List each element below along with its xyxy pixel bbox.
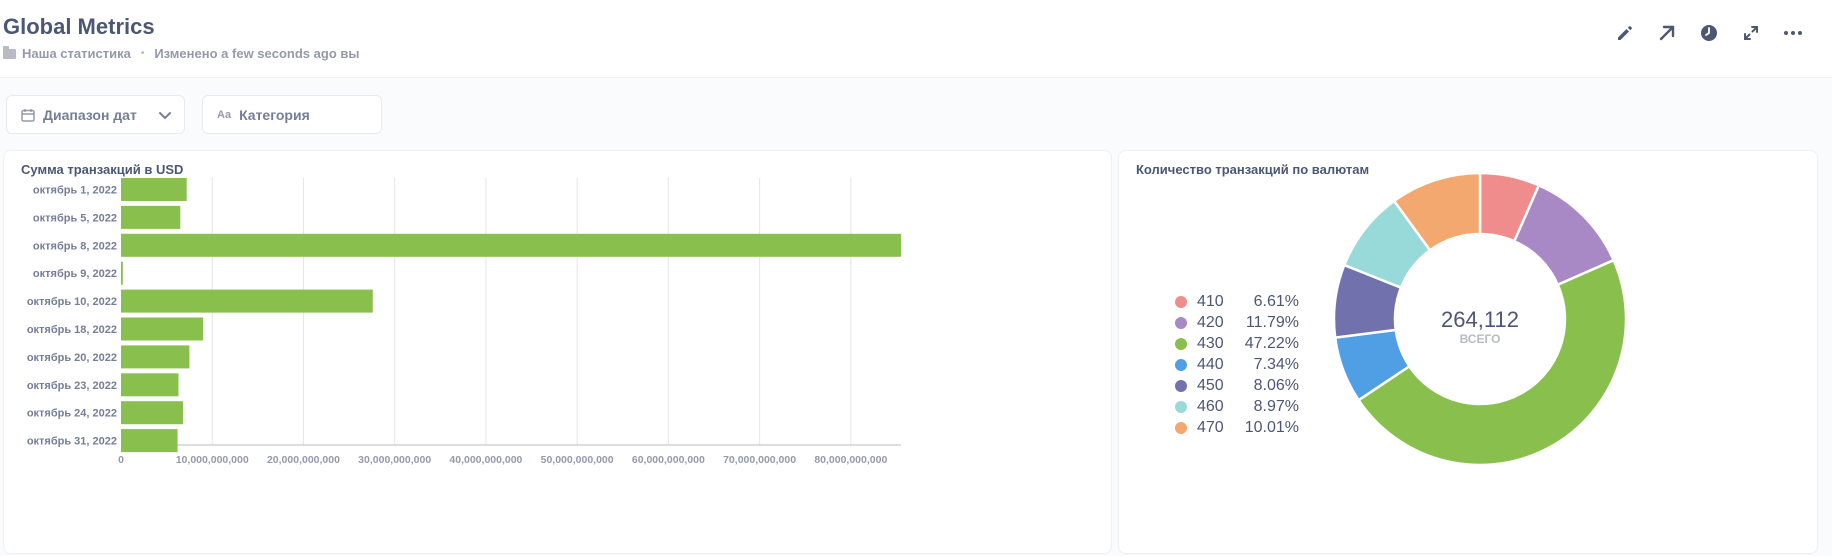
- x-tick-label: 10,000,000,000: [176, 454, 249, 466]
- header-actions: [1614, 22, 1804, 44]
- edit-button[interactable]: [1614, 22, 1636, 44]
- x-tick-label: 20,000,000,000: [267, 454, 340, 466]
- bar[interactable]: [121, 289, 373, 313]
- pencil-icon: [1618, 26, 1632, 40]
- x-tick-label: 30,000,000,000: [358, 454, 431, 466]
- bar[interactable]: [121, 401, 184, 425]
- more-button[interactable]: [1782, 22, 1804, 44]
- y-category-label: октябрь 1, 2022: [33, 185, 117, 197]
- bar[interactable]: [121, 317, 204, 341]
- y-category-label: октябрь 9, 2022: [33, 268, 117, 280]
- edited-prefix: Изменено: [154, 46, 218, 61]
- separator: •: [140, 48, 145, 59]
- calendar-icon: [21, 108, 35, 122]
- bar-chart: 0 10,000,000,000 20,000,000,000 30,000,000,…: [27, 178, 901, 466]
- fullscreen-button[interactable]: [1740, 22, 1762, 44]
- y-category-label: октябрь 23, 2022: [27, 380, 117, 392]
- category-filter[interactable]: Aa Категория: [202, 95, 382, 134]
- arrow-up-right-icon: [1659, 25, 1675, 41]
- edited-by: вы: [340, 46, 360, 61]
- x-tick-label: 70,000,000,000: [723, 454, 796, 466]
- pie-chart-card: Количество транзакций по валютам 410 6.61…: [1118, 150, 1818, 554]
- dashboard-meta: Наша статистика • Изменено a few seconds…: [3, 45, 359, 61]
- dashboard-header: Global Metrics Наша статистика • Изменен…: [0, 0, 1832, 78]
- y-category-label: октябрь 8, 2022: [33, 240, 117, 252]
- x-tick-label: 60,000,000,000: [632, 454, 705, 466]
- x-tick-label: 80,000,000,000: [814, 454, 887, 466]
- date-range-label: Диапазон дат: [43, 106, 137, 123]
- y-category-label: октябрь 31, 2022: [27, 436, 117, 448]
- x-tick-label: 40,000,000,000: [449, 454, 522, 466]
- x-tick-label: 50,000,000,000: [541, 454, 614, 466]
- x-tick-label: 0: [118, 454, 124, 466]
- bar[interactable]: [121, 178, 187, 201]
- bar[interactable]: [121, 345, 190, 369]
- y-category-label: октябрь 5, 2022: [33, 212, 117, 224]
- bar[interactable]: [121, 205, 181, 229]
- bar-chart-card: Сумма транзакций в USD 0 10,000,000,000 20…: [3, 150, 1112, 554]
- bar[interactable]: [121, 429, 178, 453]
- y-category-label: октябрь 18, 2022: [27, 324, 117, 336]
- edited-info[interactable]: Изменено a few seconds ago вы: [154, 46, 359, 61]
- expand-icon: [1744, 26, 1758, 40]
- history-button[interactable]: [1698, 22, 1720, 44]
- bar[interactable]: [121, 233, 901, 257]
- y-category-label: октябрь 24, 2022: [27, 408, 117, 420]
- donut-chart: 264,112ВСЕГО: [1332, 171, 1628, 467]
- more-icon: [1784, 31, 1802, 35]
- chevron-down-icon: [159, 112, 171, 120]
- donut-total: 264,112: [1441, 307, 1519, 332]
- y-category-label: октябрь 10, 2022: [27, 296, 117, 308]
- bar[interactable]: [121, 261, 123, 285]
- date-range-filter[interactable]: Диапазон дат: [6, 95, 185, 134]
- folder-icon: [3, 45, 16, 59]
- text-type-icon: Aa: [217, 108, 232, 121]
- y-category-label: октябрь 20, 2022: [27, 352, 117, 364]
- edited-time: a few seconds ago: [221, 46, 337, 61]
- donut-total-label: ВСЕГО: [1460, 332, 1501, 346]
- open-button[interactable]: [1656, 22, 1678, 44]
- page-title: Global Metrics: [3, 14, 155, 39]
- collection-link[interactable]: Наша статистика: [22, 46, 131, 61]
- category-label: Категория: [239, 106, 310, 123]
- bar[interactable]: [121, 373, 179, 397]
- clock-icon: [1701, 25, 1717, 41]
